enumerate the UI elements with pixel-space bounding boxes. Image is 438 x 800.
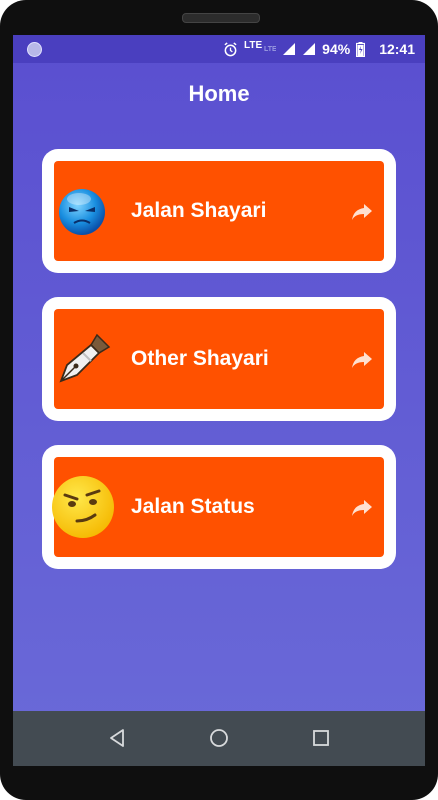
phone-frame: LTE LTE 94% 12:41 Home Jalan Shayari Oth… [0,0,438,800]
battery-percent: 94% [322,41,351,57]
status-icons: LTE LTE 94% 12:41 [223,35,415,63]
menu-card-label: Jalan Status [131,495,255,518]
share-arrow-icon[interactable] [350,495,374,519]
menu-card-label: Other Shayari [131,347,269,370]
menu-card-label: Jalan Shayari [131,199,267,222]
clock: 12:41 [379,41,415,57]
smirk-face-icon [52,476,114,538]
menu-card-jalan-shayari[interactable]: Jalan Shayari [42,149,396,273]
back-icon[interactable] [105,726,129,750]
signal-secondary-icon [303,43,316,55]
share-arrow-icon[interactable] [350,347,374,371]
menu-card-jalan-status[interactable]: Jalan Status [42,445,396,569]
recents-icon[interactable] [309,726,333,750]
status-bar: LTE LTE 94% 12:41 [13,35,425,63]
network-type-label: LTE [244,39,263,51]
battery-icon [356,41,366,57]
speaker-grille [182,13,260,23]
notification-icon [27,42,42,57]
menu-card-other-shayari[interactable]: Other Shayari [42,297,396,421]
page-title: Home [188,81,250,106]
angry-face-icon [59,189,105,235]
share-arrow-icon[interactable] [350,199,374,223]
signal-icon [283,43,296,55]
system-nav-bar [13,711,425,766]
screen: LTE LTE 94% 12:41 Home Jalan Shayari Oth… [13,35,425,766]
pen-nib-icon [59,333,111,383]
lte-signal-icon: LTE [264,46,276,53]
alarm-icon [224,41,237,56]
home-icon[interactable] [207,726,231,750]
svg-text:LTE: LTE [264,46,276,53]
